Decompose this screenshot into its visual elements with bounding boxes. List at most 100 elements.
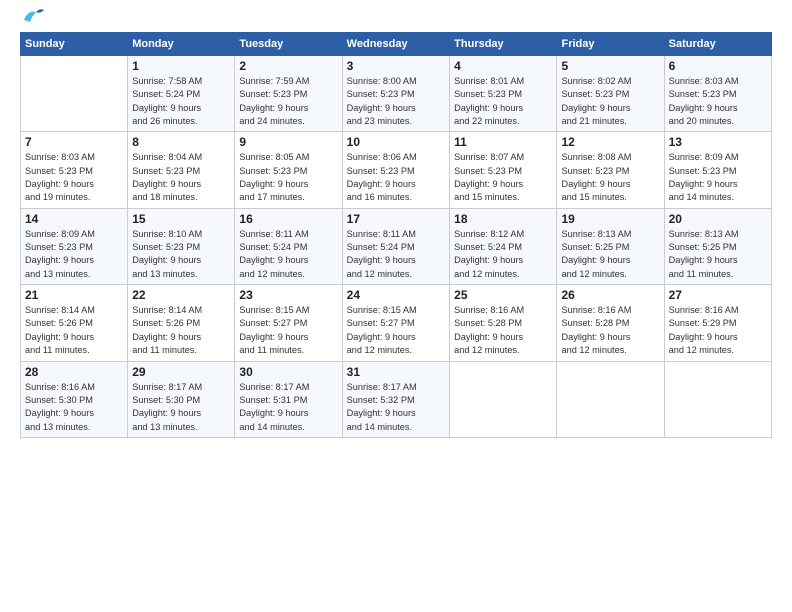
day-info: Sunrise: 8:16 AM Sunset: 5:28 PM Dayligh… xyxy=(454,304,552,357)
day-number: 27 xyxy=(669,288,767,302)
day-info: Sunrise: 8:17 AM Sunset: 5:31 PM Dayligh… xyxy=(239,381,337,434)
weekday-header: Friday xyxy=(557,33,664,56)
day-info: Sunrise: 8:09 AM Sunset: 5:23 PM Dayligh… xyxy=(25,228,123,281)
day-info: Sunrise: 8:09 AM Sunset: 5:23 PM Dayligh… xyxy=(669,151,767,204)
day-number: 24 xyxy=(347,288,445,302)
day-number: 12 xyxy=(561,135,659,149)
day-number: 28 xyxy=(25,365,123,379)
calendar-cell: 16 Sunrise: 8:11 AM Sunset: 5:24 PM Dayli… xyxy=(235,208,342,284)
calendar-cell: 11Sunrise: 8:07 AM Sunset: 5:23 PM Dayli… xyxy=(450,132,557,208)
calendar-week-row: 7 Sunrise: 8:03 AM Sunset: 5:23 PM Daylig… xyxy=(21,132,772,208)
day-number: 30 xyxy=(239,365,337,379)
weekday-header: Tuesday xyxy=(235,33,342,56)
day-info: Sunrise: 8:14 AM Sunset: 5:26 PM Dayligh… xyxy=(25,304,123,357)
calendar-cell: 4 Sunrise: 8:01 AM Sunset: 5:23 PM Daylig… xyxy=(450,56,557,132)
day-info: Sunrise: 8:14 AM Sunset: 5:26 PM Dayligh… xyxy=(132,304,230,357)
day-info: Sunrise: 8:16 AM Sunset: 5:29 PM Dayligh… xyxy=(669,304,767,357)
day-info: Sunrise: 8:06 AM Sunset: 5:23 PM Dayligh… xyxy=(347,151,445,204)
calendar-cell: 18 Sunrise: 8:12 AM Sunset: 5:24 PM Dayli… xyxy=(450,208,557,284)
day-number: 2 xyxy=(239,59,337,73)
calendar-week-row: 28Sunrise: 8:16 AM Sunset: 5:30 PM Dayli… xyxy=(21,361,772,437)
calendar-cell: 23Sunrise: 8:15 AM Sunset: 5:27 PM Dayli… xyxy=(235,285,342,361)
calendar-cell: 20Sunrise: 8:13 AM Sunset: 5:25 PM Dayli… xyxy=(664,208,771,284)
day-info: Sunrise: 7:59 AM Sunset: 5:23 PM Dayligh… xyxy=(239,75,337,128)
calendar-cell: 30 Sunrise: 8:17 AM Sunset: 5:31 PM Dayli… xyxy=(235,361,342,437)
calendar-cell: 6 Sunrise: 8:03 AM Sunset: 5:23 PM Daylig… xyxy=(664,56,771,132)
day-info: Sunrise: 8:04 AM Sunset: 5:23 PM Dayligh… xyxy=(132,151,230,204)
calendar-cell: 22Sunrise: 8:14 AM Sunset: 5:26 PM Dayli… xyxy=(128,285,235,361)
calendar-cell: 12 Sunrise: 8:08 AM Sunset: 5:23 PM Dayli… xyxy=(557,132,664,208)
calendar-cell: 27 Sunrise: 8:16 AM Sunset: 5:29 PM Dayli… xyxy=(664,285,771,361)
calendar-cell: 15Sunrise: 8:10 AM Sunset: 5:23 PM Dayli… xyxy=(128,208,235,284)
day-info: Sunrise: 8:11 AM Sunset: 5:24 PM Dayligh… xyxy=(239,228,337,281)
day-number: 20 xyxy=(669,212,767,226)
calendar-cell: 10 Sunrise: 8:06 AM Sunset: 5:23 PM Dayli… xyxy=(342,132,449,208)
day-info: Sunrise: 8:12 AM Sunset: 5:24 PM Dayligh… xyxy=(454,228,552,281)
calendar-cell: 19Sunrise: 8:13 AM Sunset: 5:25 PM Dayli… xyxy=(557,208,664,284)
weekday-header: Saturday xyxy=(664,33,771,56)
day-number: 13 xyxy=(669,135,767,149)
calendar-cell: 24 Sunrise: 8:15 AM Sunset: 5:27 PM Dayli… xyxy=(342,285,449,361)
logo-bird-icon xyxy=(22,8,44,26)
calendar-cell: 8 Sunrise: 8:04 AM Sunset: 5:23 PM Daylig… xyxy=(128,132,235,208)
calendar-cell xyxy=(21,56,128,132)
day-number: 23 xyxy=(239,288,337,302)
day-number: 7 xyxy=(25,135,123,149)
day-number: 11 xyxy=(454,135,552,149)
header xyxy=(20,18,772,24)
day-number: 9 xyxy=(239,135,337,149)
calendar-cell: 5Sunrise: 8:02 AM Sunset: 5:23 PM Daylig… xyxy=(557,56,664,132)
weekday-header: Thursday xyxy=(450,33,557,56)
day-number: 8 xyxy=(132,135,230,149)
day-info: Sunrise: 8:00 AM Sunset: 5:23 PM Dayligh… xyxy=(347,75,445,128)
calendar-week-row: 1 Sunrise: 7:58 AM Sunset: 5:24 PM Daylig… xyxy=(21,56,772,132)
weekday-header: Wednesday xyxy=(342,33,449,56)
calendar-cell: 3Sunrise: 8:00 AM Sunset: 5:23 PM Daylig… xyxy=(342,56,449,132)
day-number: 29 xyxy=(132,365,230,379)
logo xyxy=(20,18,44,24)
day-number: 4 xyxy=(454,59,552,73)
calendar-cell xyxy=(450,361,557,437)
day-info: Sunrise: 8:17 AM Sunset: 5:32 PM Dayligh… xyxy=(347,381,445,434)
calendar-cell: 7 Sunrise: 8:03 AM Sunset: 5:23 PM Daylig… xyxy=(21,132,128,208)
day-info: Sunrise: 8:16 AM Sunset: 5:28 PM Dayligh… xyxy=(561,304,659,357)
day-info: Sunrise: 8:11 AM Sunset: 5:24 PM Dayligh… xyxy=(347,228,445,281)
page: SundayMondayTuesdayWednesdayThursdayFrid… xyxy=(0,0,792,612)
day-info: Sunrise: 8:13 AM Sunset: 5:25 PM Dayligh… xyxy=(561,228,659,281)
calendar-cell: 17 Sunrise: 8:11 AM Sunset: 5:24 PM Dayli… xyxy=(342,208,449,284)
calendar-cell: 1 Sunrise: 7:58 AM Sunset: 5:24 PM Daylig… xyxy=(128,56,235,132)
calendar-cell: 14 Sunrise: 8:09 AM Sunset: 5:23 PM Dayli… xyxy=(21,208,128,284)
calendar-table: SundayMondayTuesdayWednesdayThursdayFrid… xyxy=(20,32,772,438)
day-number: 10 xyxy=(347,135,445,149)
day-number: 17 xyxy=(347,212,445,226)
day-info: Sunrise: 8:03 AM Sunset: 5:23 PM Dayligh… xyxy=(669,75,767,128)
calendar-cell: 31 Sunrise: 8:17 AM Sunset: 5:32 PM Dayli… xyxy=(342,361,449,437)
day-info: Sunrise: 8:03 AM Sunset: 5:23 PM Dayligh… xyxy=(25,151,123,204)
calendar-cell: 13 Sunrise: 8:09 AM Sunset: 5:23 PM Dayli… xyxy=(664,132,771,208)
calendar-cell: 2 Sunrise: 7:59 AM Sunset: 5:23 PM Daylig… xyxy=(235,56,342,132)
day-number: 21 xyxy=(25,288,123,302)
day-number: 14 xyxy=(25,212,123,226)
day-info: Sunrise: 8:08 AM Sunset: 5:23 PM Dayligh… xyxy=(561,151,659,204)
calendar-cell: 26 Sunrise: 8:16 AM Sunset: 5:28 PM Dayli… xyxy=(557,285,664,361)
calendar-week-row: 14 Sunrise: 8:09 AM Sunset: 5:23 PM Dayli… xyxy=(21,208,772,284)
day-info: Sunrise: 8:01 AM Sunset: 5:23 PM Dayligh… xyxy=(454,75,552,128)
day-info: Sunrise: 8:17 AM Sunset: 5:30 PM Dayligh… xyxy=(132,381,230,434)
day-info: Sunrise: 7:58 AM Sunset: 5:24 PM Dayligh… xyxy=(132,75,230,128)
day-number: 31 xyxy=(347,365,445,379)
day-number: 6 xyxy=(669,59,767,73)
day-info: Sunrise: 8:15 AM Sunset: 5:27 PM Dayligh… xyxy=(347,304,445,357)
calendar-cell: 21 Sunrise: 8:14 AM Sunset: 5:26 PM Dayli… xyxy=(21,285,128,361)
calendar-cell: 29 Sunrise: 8:17 AM Sunset: 5:30 PM Dayli… xyxy=(128,361,235,437)
day-number: 18 xyxy=(454,212,552,226)
weekday-header: Sunday xyxy=(21,33,128,56)
day-number: 16 xyxy=(239,212,337,226)
calendar-header-row: SundayMondayTuesdayWednesdayThursdayFrid… xyxy=(21,33,772,56)
day-info: Sunrise: 8:10 AM Sunset: 5:23 PM Dayligh… xyxy=(132,228,230,281)
day-number: 25 xyxy=(454,288,552,302)
day-number: 1 xyxy=(132,59,230,73)
day-number: 26 xyxy=(561,288,659,302)
calendar-cell: 25 Sunrise: 8:16 AM Sunset: 5:28 PM Dayli… xyxy=(450,285,557,361)
day-number: 5 xyxy=(561,59,659,73)
calendar-cell xyxy=(557,361,664,437)
